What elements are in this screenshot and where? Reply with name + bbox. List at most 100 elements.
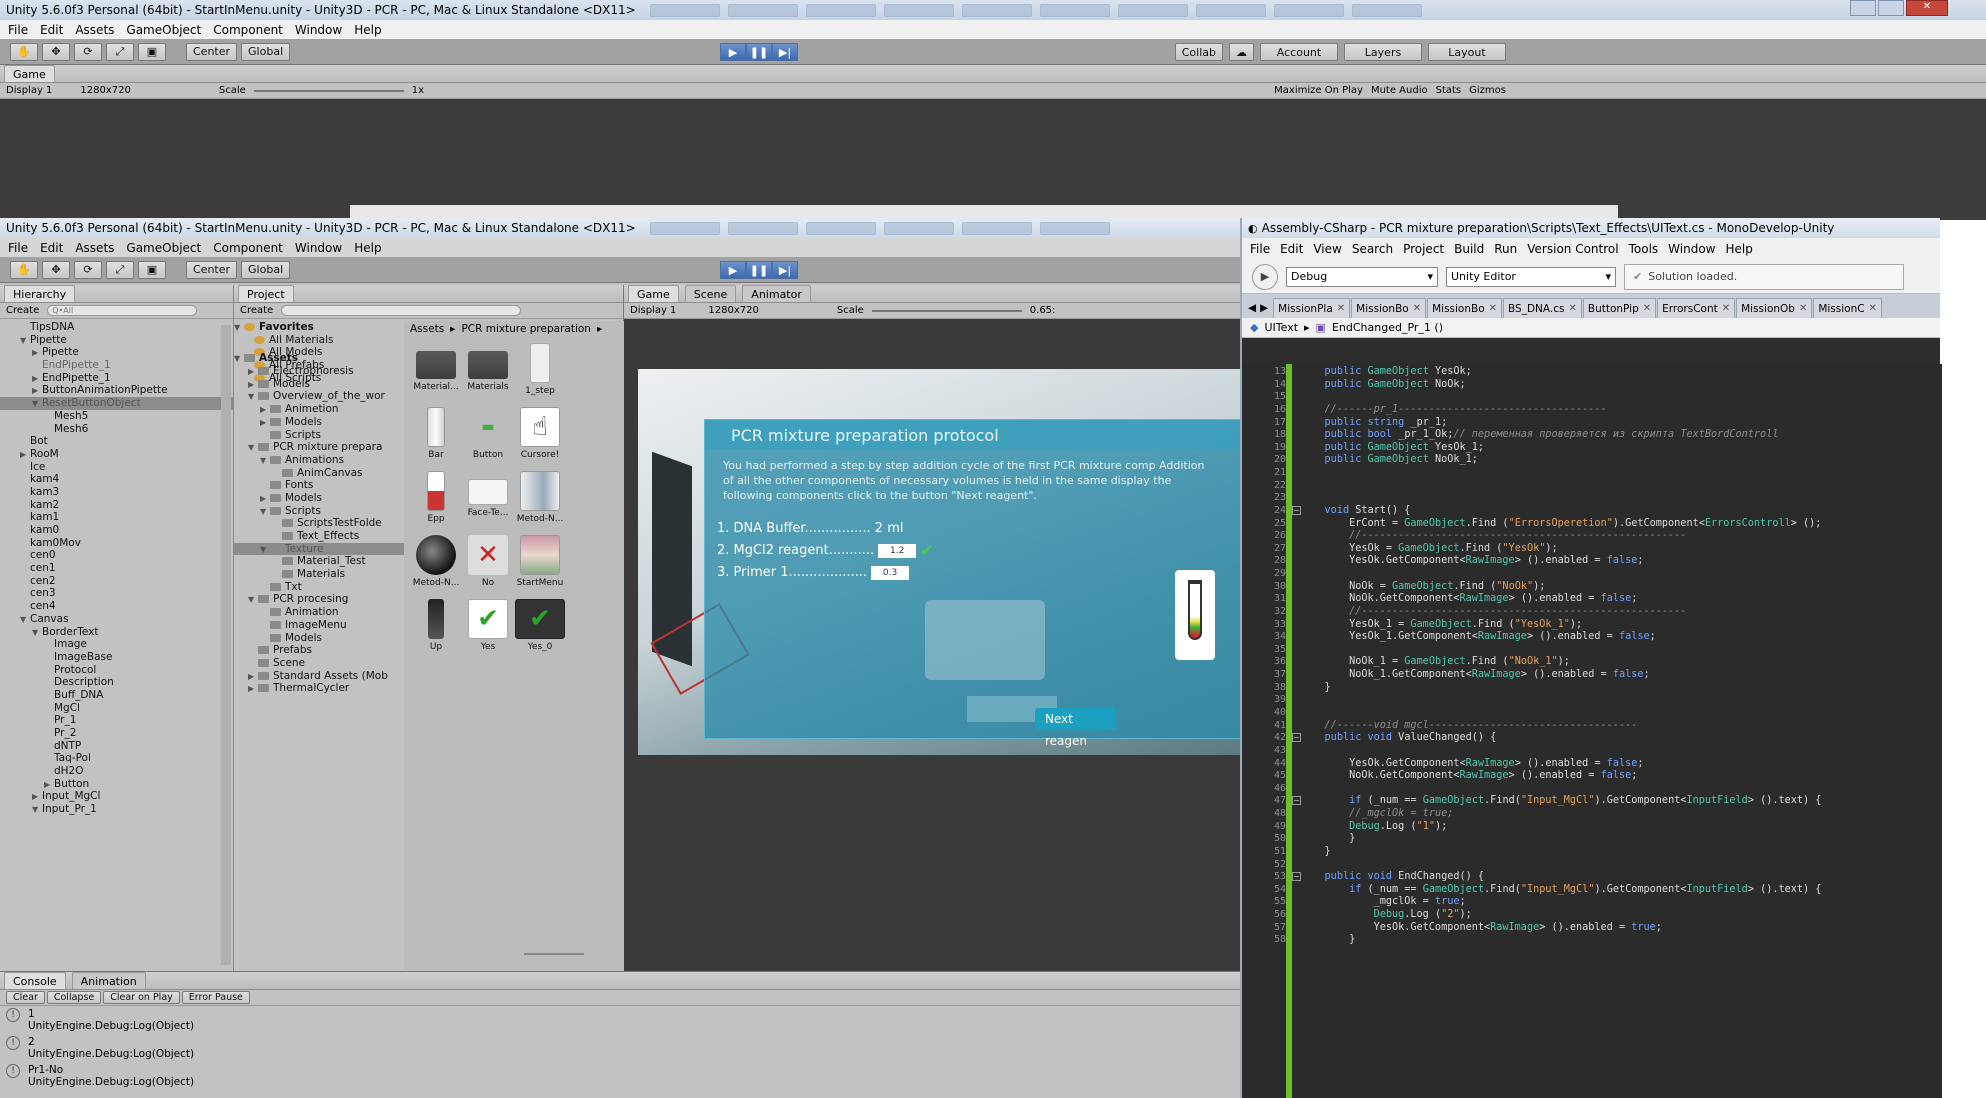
- back-display-select[interactable]: Display 1: [6, 85, 52, 96]
- hierarchy-item[interactable]: ▼ ResetButtonObject: [0, 397, 233, 410]
- menu-assets[interactable]: Assets: [75, 23, 114, 37]
- md-menu-build[interactable]: Build: [1454, 242, 1484, 256]
- fold-arrow-icon[interactable]: ▼: [32, 804, 42, 817]
- fold-arrow-icon[interactable]: ▶: [260, 404, 270, 417]
- fold-arrow-icon[interactable]: ▼: [260, 455, 270, 468]
- hierarchy-item[interactable]: ▶ RooM: [0, 448, 233, 461]
- asset-tile[interactable]: ✔ Yes_0: [514, 599, 566, 652]
- project-folder-item[interactable]: ▼ PCR mixture prepara: [234, 441, 404, 454]
- hierarchy-item[interactable]: dNTP: [0, 740, 233, 753]
- fold-marker-icon[interactable]: −: [1292, 796, 1301, 806]
- project-folder-item[interactable]: Animation: [234, 606, 404, 619]
- md-file-tab[interactable]: MissionBo ✕: [1427, 298, 1503, 318]
- mute-audio-toggle[interactable]: Mute Audio: [1371, 85, 1428, 96]
- md-menu-run[interactable]: Run: [1494, 242, 1517, 256]
- md-file-tab[interactable]: MissionBo ✕: [1351, 298, 1427, 318]
- md-run-icon[interactable]: ▶: [1252, 263, 1278, 290]
- hierarchy-item[interactable]: ▶ Pipette: [0, 346, 233, 359]
- project-folder-item[interactable]: ▼ Scripts: [234, 505, 404, 518]
- fold-arrow-icon[interactable]: ▼: [248, 442, 258, 455]
- mgcl-input[interactable]: 1.2: [878, 544, 917, 558]
- project-folder-item[interactable]: Fonts: [234, 479, 404, 492]
- scale-tool-icon[interactable]: ⤢: [106, 42, 134, 61]
- account-dropdown[interactable]: Account: [1260, 43, 1338, 61]
- next-reagent-button[interactable]: Next reagen: [1035, 708, 1115, 748]
- asset-tile[interactable]: Up: [410, 599, 462, 652]
- menu-file[interactable]: File: [8, 241, 28, 255]
- md-menu-window[interactable]: Window: [1668, 242, 1715, 256]
- display-select[interactable]: Display 1: [630, 305, 676, 316]
- hierarchy-search-input[interactable]: Q•All: [47, 305, 198, 316]
- hand-tool-icon[interactable]: ✋: [10, 42, 38, 61]
- menu-edit[interactable]: Edit: [40, 241, 63, 255]
- layers-dropdown[interactable]: Layers: [1344, 43, 1422, 61]
- menu-assets[interactable]: Assets: [75, 241, 114, 255]
- gizmos-toggle[interactable]: Gizmos: [1469, 85, 1506, 96]
- hierarchy-item[interactable]: ▼ BorderText: [0, 626, 233, 639]
- asset-tile[interactable]: ☝ Cursore!: [514, 407, 566, 460]
- md-menu-help[interactable]: Help: [1725, 242, 1752, 256]
- fold-marker-icon[interactable]: −: [1292, 733, 1301, 743]
- hierarchy-item[interactable]: Mesh5: [0, 410, 233, 423]
- asset-tile[interactable]: ▬ Button: [462, 407, 514, 460]
- fold-arrow-icon[interactable]: ▼: [248, 391, 258, 404]
- favorites-header[interactable]: ▼ Favorites: [234, 321, 404, 334]
- md-menu-search[interactable]: Search: [1352, 242, 1393, 256]
- animation-tab[interactable]: Animation: [71, 972, 146, 989]
- close-tab-icon[interactable]: ✕: [1568, 303, 1576, 314]
- hierarchy-item[interactable]: EndPipette_1: [0, 359, 233, 372]
- hierarchy-item[interactable]: Protocol: [0, 664, 233, 677]
- asset-tile[interactable]: ✕ No: [462, 535, 514, 588]
- asset-tile[interactable]: 1_step: [514, 343, 566, 396]
- scale-slider[interactable]: [871, 309, 1022, 312]
- collab-button[interactable]: Collab: [1174, 43, 1223, 61]
- scene-tab[interactable]: Scene: [684, 285, 737, 302]
- asset-tile[interactable]: Materials: [462, 343, 514, 392]
- asset-tile[interactable]: Face-Te...: [462, 471, 514, 518]
- md-config-select[interactable]: Debug ▾: [1286, 266, 1438, 287]
- hierarchy-item[interactable]: ▼ Input_Pr_1: [0, 803, 233, 816]
- close-tab-icon[interactable]: ✕: [1722, 303, 1730, 314]
- menu-edit[interactable]: Edit: [40, 23, 63, 37]
- fold-marker-icon[interactable]: −: [1292, 505, 1301, 515]
- cloud-icon[interactable]: ☁: [1229, 43, 1254, 61]
- close-tab-icon[interactable]: ✕: [1337, 303, 1345, 314]
- project-folder-item[interactable]: ▶ Standard Assets (Mob: [234, 670, 404, 683]
- hierarchy-item[interactable]: kam2: [0, 499, 233, 512]
- hierarchy-item[interactable]: kam0: [0, 524, 233, 537]
- layout-dropdown[interactable]: Layout: [1428, 43, 1506, 61]
- fold-arrow-icon[interactable]: ▶: [260, 417, 270, 430]
- menu-gameobject[interactable]: GameObject: [126, 241, 201, 255]
- hierarchy-item[interactable]: Pr_2: [0, 727, 233, 740]
- hierarchy-item[interactable]: Taq-Pol: [0, 752, 233, 765]
- md-menu-tools[interactable]: Tools: [1629, 242, 1659, 256]
- hierarchy-item[interactable]: ImageBase: [0, 651, 233, 664]
- fold-arrow-icon[interactable]: ▼: [20, 614, 30, 627]
- fold-arrow-icon[interactable]: ▼: [260, 544, 270, 557]
- play-icon[interactable]: ▶: [720, 43, 746, 61]
- game-tab[interactable]: Game: [628, 285, 679, 302]
- rect-tool-icon[interactable]: ▣: [138, 260, 166, 279]
- hierarchy-item[interactable]: Image: [0, 638, 233, 651]
- stats-toggle[interactable]: Stats: [1436, 85, 1462, 96]
- console-tab[interactable]: Console: [4, 972, 66, 989]
- rotate-tool-icon[interactable]: ⟳: [74, 42, 102, 61]
- hierarchy-item[interactable]: Ice: [0, 461, 233, 474]
- log-entry[interactable]: ! 1 UnityEngine.Debug:Log(Object): [0, 1006, 1240, 1034]
- hierarchy-item[interactable]: ▶ ButtonAnimationPipette: [0, 384, 233, 397]
- close-tab-icon[interactable]: ✕: [1643, 303, 1651, 314]
- hierarchy-item[interactable]: kam4: [0, 473, 233, 486]
- project-folder-item[interactable]: Scripts: [234, 429, 404, 442]
- hierarchy-item[interactable]: cen2: [0, 575, 233, 588]
- close-button[interactable]: ✕: [1906, 0, 1948, 16]
- hierarchy-create-button[interactable]: Create: [6, 305, 39, 316]
- fold-arrow-icon[interactable]: ▶: [248, 683, 258, 696]
- fold-arrow-icon[interactable]: ▼: [32, 627, 42, 640]
- project-folder-item[interactable]: ▶ ThermalCycler: [234, 682, 404, 695]
- maximize-on-play-toggle[interactable]: Maximize On Play: [1274, 85, 1363, 96]
- hierarchy-item[interactable]: kam3: [0, 486, 233, 499]
- fold-arrow-icon[interactable]: ▼: [20, 335, 30, 348]
- favorite-item[interactable]: All Materials: [234, 334, 404, 347]
- project-tab[interactable]: Project: [238, 285, 294, 302]
- project-folder-item[interactable]: Models: [234, 632, 404, 645]
